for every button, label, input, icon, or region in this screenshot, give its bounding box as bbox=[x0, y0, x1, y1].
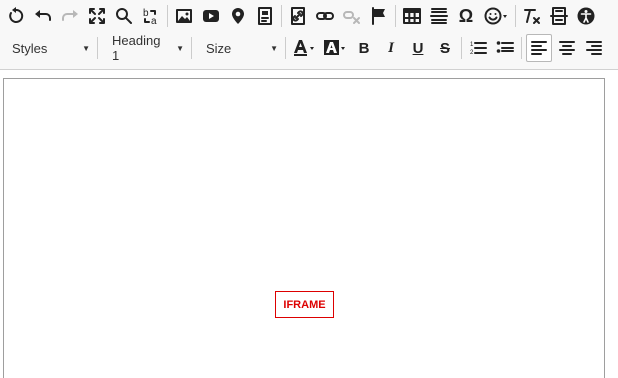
toolbar-separator bbox=[461, 37, 462, 59]
styles-dropdown[interactable]: Styles ▼ bbox=[2, 34, 96, 62]
clear-format-icon bbox=[524, 9, 540, 24]
italic-button[interactable]: I bbox=[379, 34, 403, 62]
underline-button[interactable]: U bbox=[406, 34, 430, 62]
fullscreen-icon bbox=[89, 8, 105, 24]
emoji-button[interactable] bbox=[481, 2, 511, 30]
toolbar-row-1: b a Ω bbox=[4, 0, 601, 32]
link-button[interactable] bbox=[313, 2, 337, 30]
anchor-button[interactable] bbox=[367, 2, 391, 30]
table-icon bbox=[403, 8, 421, 24]
special-char-icon: Ω bbox=[458, 5, 474, 26]
bullet-list-button[interactable] bbox=[493, 34, 517, 62]
underline-icon: U bbox=[412, 39, 424, 57]
unlink-icon bbox=[343, 11, 360, 24]
align-left-icon bbox=[531, 41, 547, 55]
strikethrough-button[interactable]: S bbox=[433, 34, 457, 62]
page-break-button[interactable] bbox=[547, 2, 571, 30]
background-color-icon bbox=[324, 40, 345, 55]
editor-content-area[interactable] bbox=[3, 78, 605, 378]
insert-video-button[interactable] bbox=[199, 2, 223, 30]
editor-toolbar: b a Ω Styles ▼ Heading 1 ▼ Size ▼ B I U … bbox=[0, 0, 618, 70]
chain-link-icon bbox=[316, 12, 334, 20]
text-color-button[interactable] bbox=[290, 34, 318, 62]
align-left-button[interactable] bbox=[526, 34, 552, 62]
italic-icon: I bbox=[388, 39, 394, 56]
accessibility-icon bbox=[577, 7, 595, 25]
iframe-placeholder-label: IFRAME bbox=[283, 298, 326, 311]
find-replace-button[interactable]: b a bbox=[139, 2, 163, 30]
strikethrough-icon: S bbox=[439, 39, 450, 57]
toolbar-separator bbox=[167, 5, 168, 27]
chevron-down-icon: ▼ bbox=[82, 43, 90, 53]
bullet-list-icon bbox=[496, 41, 514, 53]
bold-icon: B bbox=[358, 39, 370, 57]
size-dropdown-label: Size bbox=[206, 40, 232, 56]
page-break-icon bbox=[550, 7, 568, 25]
template-icon bbox=[258, 7, 272, 25]
undo-button[interactable] bbox=[31, 2, 55, 30]
heading-dropdown-label: Heading 1 bbox=[112, 33, 161, 63]
toolbar-separator bbox=[395, 5, 396, 27]
align-center-button[interactable] bbox=[555, 34, 579, 62]
numbered-list-button[interactable]: 12 bbox=[466, 34, 490, 62]
chevron-down-icon: ▼ bbox=[270, 43, 278, 53]
redo-icon bbox=[62, 10, 78, 21]
svg-text:a: a bbox=[151, 16, 157, 25]
unlink-button[interactable] bbox=[340, 2, 364, 30]
anchor-flag-icon bbox=[372, 7, 385, 25]
redo-button[interactable] bbox=[58, 2, 82, 30]
toolbar-separator bbox=[521, 37, 522, 59]
reload-icon bbox=[9, 7, 24, 23]
undo-icon bbox=[35, 10, 51, 21]
iframe-placeholder[interactable]: IFRAME bbox=[275, 291, 334, 318]
bold-button[interactable]: B bbox=[352, 34, 376, 62]
insert-map-button[interactable] bbox=[226, 2, 250, 30]
search-button[interactable] bbox=[112, 2, 136, 30]
svg-text:b: b bbox=[143, 8, 149, 19]
toolbar-separator bbox=[515, 5, 516, 27]
horizontal-rule-icon bbox=[430, 8, 448, 24]
youtube-icon bbox=[203, 10, 219, 22]
toolbar-row-2: Styles ▼ Heading 1 ▼ Size ▼ B I U S 1 2 bbox=[2, 32, 609, 64]
insert-image-button[interactable] bbox=[172, 2, 196, 30]
toolbar-separator bbox=[191, 37, 192, 59]
size-dropdown[interactable]: Size ▼ bbox=[196, 34, 284, 62]
clear-format-button[interactable] bbox=[520, 2, 544, 30]
accessibility-button[interactable] bbox=[574, 2, 598, 30]
align-center-icon bbox=[559, 41, 575, 55]
text-color-icon bbox=[294, 40, 314, 56]
align-right-button[interactable] bbox=[582, 34, 606, 62]
fullscreen-button[interactable] bbox=[85, 2, 109, 30]
svg-text:1: 1 bbox=[470, 42, 474, 48]
insert-template-button[interactable] bbox=[253, 2, 277, 30]
link-icon bbox=[291, 7, 305, 25]
toolbar-separator bbox=[285, 37, 286, 59]
styles-dropdown-label: Styles bbox=[12, 40, 48, 56]
background-color-button[interactable] bbox=[321, 34, 349, 62]
numbered-list-icon: 12 bbox=[470, 42, 487, 56]
insert-table-button[interactable] bbox=[400, 2, 424, 30]
search-icon bbox=[116, 8, 132, 24]
toolbar-separator bbox=[281, 5, 282, 27]
horizontal-rule-button[interactable] bbox=[427, 2, 451, 30]
align-right-icon bbox=[586, 41, 602, 55]
toolbar-separator bbox=[97, 37, 98, 59]
special-char-button[interactable]: Ω bbox=[454, 2, 478, 30]
heading-dropdown[interactable]: Heading 1 ▼ bbox=[102, 33, 190, 63]
map-pin-icon bbox=[232, 8, 244, 24]
image-icon bbox=[176, 9, 192, 23]
insert-link-button[interactable] bbox=[286, 2, 310, 30]
svg-text:2: 2 bbox=[470, 50, 474, 56]
chevron-down-icon: ▼ bbox=[176, 43, 184, 53]
find-replace-icon: b a bbox=[143, 8, 157, 25]
emoji-icon bbox=[484, 7, 507, 25]
reload-button[interactable] bbox=[4, 2, 28, 30]
